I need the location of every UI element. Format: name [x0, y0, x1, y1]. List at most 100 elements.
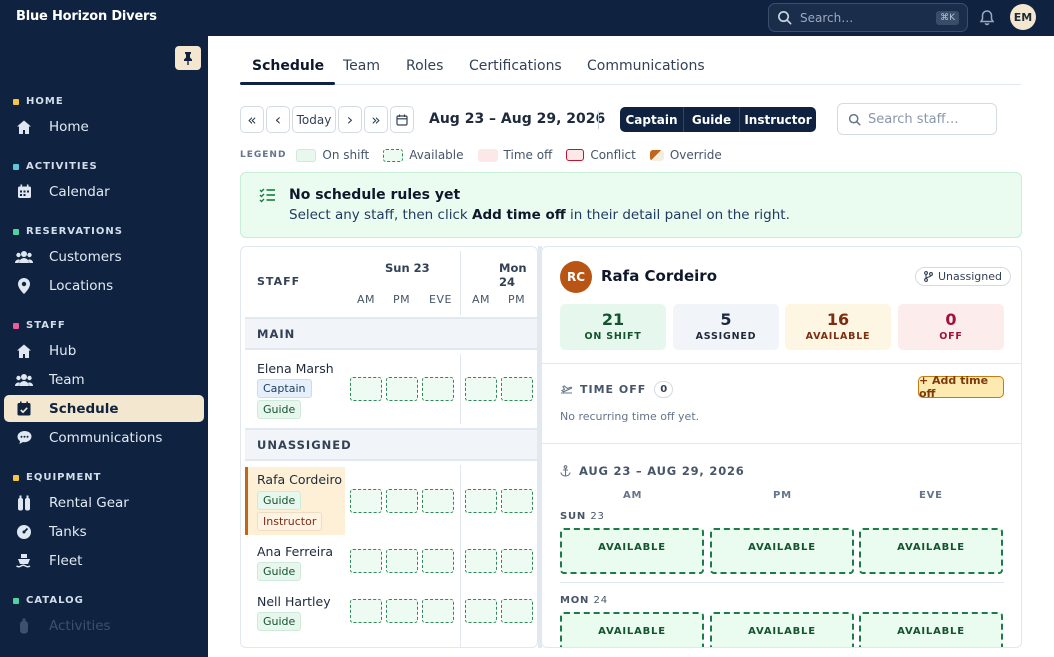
list-check-icon — [259, 188, 275, 203]
prev-week-button[interactable]: ‹ — [266, 106, 290, 133]
shift-cell[interactable] — [465, 549, 497, 573]
tab-team[interactable]: Team — [343, 58, 380, 74]
availability-cell[interactable]: AVAILABLE — [560, 612, 704, 647]
sidebar-item-rental-gear[interactable]: Rental Gear — [4, 489, 204, 516]
active-tab-indicator — [240, 82, 335, 85]
staff-detail-name: Rafa Cordeiro — [601, 267, 718, 285]
shift-cell[interactable] — [501, 599, 533, 623]
sidebar-item-schedule[interactable]: Schedule — [4, 395, 204, 422]
pin-sidebar-button[interactable] — [175, 46, 201, 70]
sidebar-item-customers[interactable]: Customers — [4, 243, 204, 270]
role-captain-button[interactable]: Captain — [620, 107, 684, 132]
add-time-off-button[interactable]: + Add time off — [918, 374, 1004, 400]
shift-cell[interactable] — [350, 489, 382, 513]
users-icon — [15, 371, 33, 389]
staff-name[interactable]: Ana Ferreira — [257, 544, 333, 559]
tab-roles[interactable]: Roles — [406, 58, 443, 74]
availability-cell[interactable]: AVAILABLE — [710, 612, 854, 647]
time-off-count: 0 — [654, 381, 674, 398]
sidebar-item-hub[interactable]: Hub — [4, 337, 204, 364]
stat-value: 5 — [720, 310, 732, 329]
divider — [542, 443, 1021, 444]
today-button[interactable]: Today — [292, 106, 336, 133]
section-dot — [13, 322, 19, 329]
shift-cell[interactable] — [465, 489, 497, 513]
role-instructor-button[interactable]: Instructor — [740, 107, 816, 132]
staff-name[interactable]: Rafa Cordeiro — [257, 472, 342, 487]
slot-header: AM — [623, 490, 643, 501]
sidebar-item-fleet[interactable]: Fleet — [4, 547, 204, 574]
availability-cell[interactable]: AVAILABLE — [560, 528, 704, 574]
shift-cell[interactable] — [501, 549, 533, 573]
legend-title: LEGEND — [240, 150, 287, 160]
top-bar: Blue Horizon Divers Search… ⌘K EM — [0, 0, 1054, 36]
shift-cell[interactable] — [501, 377, 533, 401]
chat-icon — [15, 429, 33, 447]
shift-cell[interactable] — [386, 489, 418, 513]
sidebar-item-locations[interactable]: Locations — [4, 272, 204, 299]
divider — [542, 363, 1021, 364]
staff-name[interactable]: Elena Marsh — [257, 361, 334, 376]
first-week-button[interactable]: « — [240, 106, 264, 133]
role-guide-button[interactable]: Guide — [684, 107, 740, 132]
availability-cell[interactable]: AVAILABLE — [710, 528, 854, 574]
sidebar-item-home[interactable]: Home — [4, 113, 204, 140]
banner-text-bold: Add time off — [472, 207, 566, 223]
bell-icon[interactable] — [979, 9, 995, 30]
slot-header: AM — [357, 293, 376, 306]
sidebar-item-label: Fleet — [49, 552, 83, 569]
shift-cell[interactable] — [350, 377, 382, 401]
stat-assigned: 5 ASSIGNED — [673, 304, 779, 350]
shift-cell[interactable] — [422, 599, 454, 623]
sidebar-item-tanks[interactable]: Tanks — [4, 518, 204, 545]
availability-cell[interactable]: AVAILABLE — [859, 528, 1003, 574]
availability-cell[interactable]: AVAILABLE — [859, 612, 1003, 647]
column-divider — [460, 465, 461, 647]
legend-label: Override — [669, 148, 722, 162]
section-activities: ACTIVITIES — [13, 161, 98, 172]
tab-schedule[interactable]: Schedule — [252, 58, 324, 74]
shift-cell[interactable] — [422, 489, 454, 513]
role-badge: Guide — [257, 562, 302, 581]
shift-cell[interactable] — [465, 377, 497, 401]
tab-certifications[interactable]: Certifications — [469, 58, 562, 74]
section-dot — [13, 474, 19, 481]
staff-name[interactable]: Nell Hartley — [257, 594, 331, 609]
sidebar-item-communications[interactable]: Communications — [4, 424, 204, 451]
user-avatar[interactable]: EM — [1010, 4, 1036, 30]
sidebar-item-activities[interactable]: Activities — [4, 612, 204, 639]
shift-cell[interactable] — [465, 599, 497, 623]
shift-cell[interactable] — [422, 549, 454, 573]
shift-cell[interactable] — [350, 599, 382, 623]
shift-cell[interactable] — [350, 549, 382, 573]
day-label: SUN 23 — [560, 511, 605, 522]
section-label: HOME — [26, 96, 64, 107]
sidebar-item-calendar[interactable]: Calendar — [4, 178, 204, 205]
sidebar-item-label: Customers — [49, 248, 122, 265]
section-dot — [13, 98, 19, 105]
legend-label: Conflict — [590, 148, 636, 162]
role-badge: Guide — [257, 491, 302, 510]
shift-cell[interactable] — [422, 377, 454, 401]
next-week-button[interactable]: › — [338, 106, 362, 133]
shift-cell[interactable] — [386, 549, 418, 573]
shift-cell[interactable] — [386, 599, 418, 623]
stat-label: ASSIGNED — [695, 331, 757, 342]
slot-header: PM — [773, 490, 792, 501]
shift-cell[interactable] — [386, 377, 418, 401]
legend-swatch-on-shift — [296, 148, 317, 162]
home-icon — [15, 118, 33, 136]
last-week-button[interactable]: » — [364, 106, 388, 133]
global-search[interactable]: Search… ⌘K — [768, 3, 968, 32]
group-pill[interactable]: Unassigned — [915, 267, 1011, 286]
shift-cell[interactable] — [501, 489, 533, 513]
search-icon — [848, 113, 861, 126]
stat-value: 16 — [826, 310, 850, 329]
date-picker-button[interactable] — [390, 106, 414, 133]
stat-value: 0 — [945, 310, 957, 329]
tab-communications[interactable]: Communications — [587, 58, 705, 74]
banner-text-part: in their detail panel on the right. — [565, 207, 790, 223]
sidebar-item-team[interactable]: Team — [4, 366, 204, 393]
staff-search-input[interactable]: Search staff… — [837, 103, 997, 135]
stat-label: ON SHIFT — [584, 331, 642, 342]
